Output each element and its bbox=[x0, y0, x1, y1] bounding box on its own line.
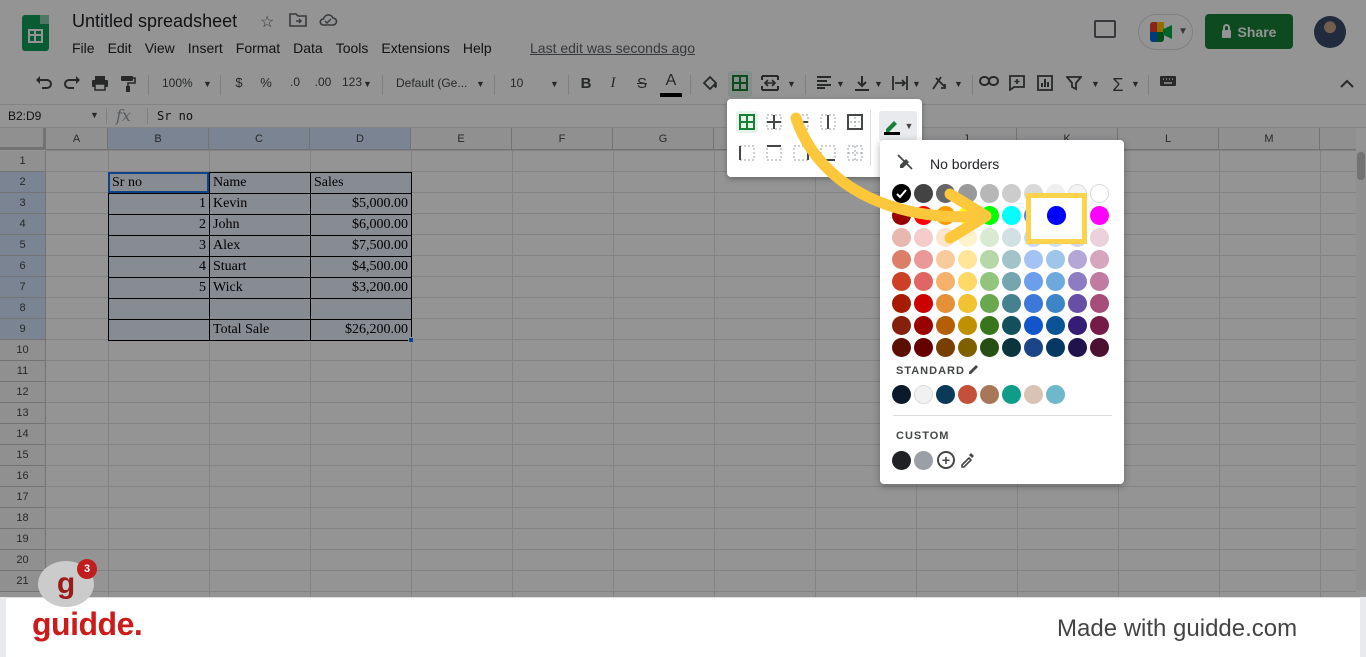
palette-swatch[interactable] bbox=[980, 294, 999, 313]
guide-arrow-icon bbox=[790, 112, 992, 244]
palette-swatch[interactable] bbox=[1002, 294, 1021, 313]
eyedropper-icon[interactable] bbox=[959, 451, 975, 472]
palette-swatch[interactable] bbox=[1090, 294, 1109, 313]
standard-swatch[interactable] bbox=[1024, 385, 1043, 404]
custom-label: CUSTOM bbox=[896, 430, 950, 442]
palette-swatch[interactable] bbox=[1002, 272, 1021, 291]
palette-swatch[interactable] bbox=[958, 272, 977, 291]
palette-swatch[interactable] bbox=[1068, 250, 1087, 269]
palette-swatch[interactable] bbox=[1090, 272, 1109, 291]
notification-badge: 3 bbox=[77, 559, 97, 579]
palette-swatch[interactable] bbox=[1046, 338, 1065, 357]
palette-swatch[interactable] bbox=[936, 272, 955, 291]
palette-swatch[interactable] bbox=[1024, 294, 1043, 313]
footer-edge bbox=[1360, 597, 1366, 657]
palette-swatch[interactable] bbox=[958, 338, 977, 357]
palette-swatch[interactable] bbox=[1002, 338, 1021, 357]
palette-swatch[interactable] bbox=[936, 338, 955, 357]
standard-colors bbox=[892, 385, 1114, 405]
palette-swatch[interactable] bbox=[1046, 294, 1065, 313]
palette-divider bbox=[893, 415, 1112, 416]
palette-swatch[interactable] bbox=[936, 294, 955, 313]
palette-swatch[interactable] bbox=[1068, 338, 1087, 357]
palette-swatch[interactable] bbox=[1024, 338, 1043, 357]
all-borders-icon[interactable] bbox=[736, 111, 758, 133]
palette-swatch[interactable] bbox=[1068, 272, 1087, 291]
palette-swatch[interactable] bbox=[1090, 206, 1109, 225]
palette-swatch[interactable] bbox=[1046, 272, 1065, 291]
made-with-text: Made with guidde.com bbox=[1057, 615, 1298, 642]
palette-swatch[interactable] bbox=[1024, 272, 1043, 291]
palette-swatch[interactable] bbox=[1046, 316, 1065, 335]
guidde-logo: guidde. bbox=[32, 606, 143, 642]
standard-swatch[interactable] bbox=[980, 385, 999, 404]
palette-swatch[interactable] bbox=[1090, 184, 1109, 203]
palette-swatch[interactable] bbox=[914, 316, 933, 335]
palette-swatch[interactable] bbox=[1046, 250, 1065, 269]
palette-swatch[interactable] bbox=[1024, 316, 1043, 335]
left-border-icon[interactable] bbox=[736, 142, 758, 164]
standard-label: STANDARD bbox=[896, 365, 965, 377]
palette-swatch[interactable] bbox=[1090, 316, 1109, 335]
add-custom-color-icon[interactable]: + bbox=[937, 451, 955, 469]
palette-swatch[interactable] bbox=[958, 294, 977, 313]
footer-edge bbox=[0, 597, 6, 657]
palette-swatch[interactable] bbox=[980, 272, 999, 291]
palette-swatch[interactable] bbox=[1090, 338, 1109, 357]
palette-swatch[interactable] bbox=[958, 316, 977, 335]
palette-swatch[interactable] bbox=[892, 294, 911, 313]
standard-swatch[interactable] bbox=[1046, 385, 1065, 404]
custom-swatch[interactable] bbox=[892, 451, 911, 470]
palette-swatch[interactable] bbox=[1090, 250, 1109, 269]
palette-swatch[interactable] bbox=[892, 272, 911, 291]
palette-swatch[interactable] bbox=[1068, 316, 1087, 335]
dim-overlay bbox=[0, 0, 1366, 597]
palette-swatch[interactable] bbox=[914, 338, 933, 357]
palette-swatch[interactable] bbox=[980, 316, 999, 335]
palette-swatch[interactable] bbox=[1068, 294, 1087, 313]
standard-swatch[interactable] bbox=[914, 385, 933, 404]
palette-swatch[interactable] bbox=[1024, 250, 1043, 269]
palette-swatch[interactable] bbox=[914, 272, 933, 291]
standard-swatch[interactable] bbox=[1002, 385, 1021, 404]
palette-swatch[interactable] bbox=[936, 316, 955, 335]
palette-swatch[interactable] bbox=[980, 338, 999, 357]
standard-swatch[interactable] bbox=[936, 385, 955, 404]
standard-swatch[interactable] bbox=[958, 385, 977, 404]
palette-swatch[interactable] bbox=[914, 294, 933, 313]
swatch-blue-highlighted[interactable] bbox=[1047, 206, 1066, 225]
palette-swatch[interactable] bbox=[1002, 316, 1021, 335]
standard-swatch[interactable] bbox=[892, 385, 911, 404]
custom-swatch[interactable] bbox=[914, 451, 933, 470]
edit-standard-icon[interactable] bbox=[967, 362, 981, 379]
palette-swatch[interactable] bbox=[1090, 228, 1109, 247]
palette-swatch[interactable] bbox=[892, 338, 911, 357]
palette-swatch[interactable] bbox=[892, 316, 911, 335]
